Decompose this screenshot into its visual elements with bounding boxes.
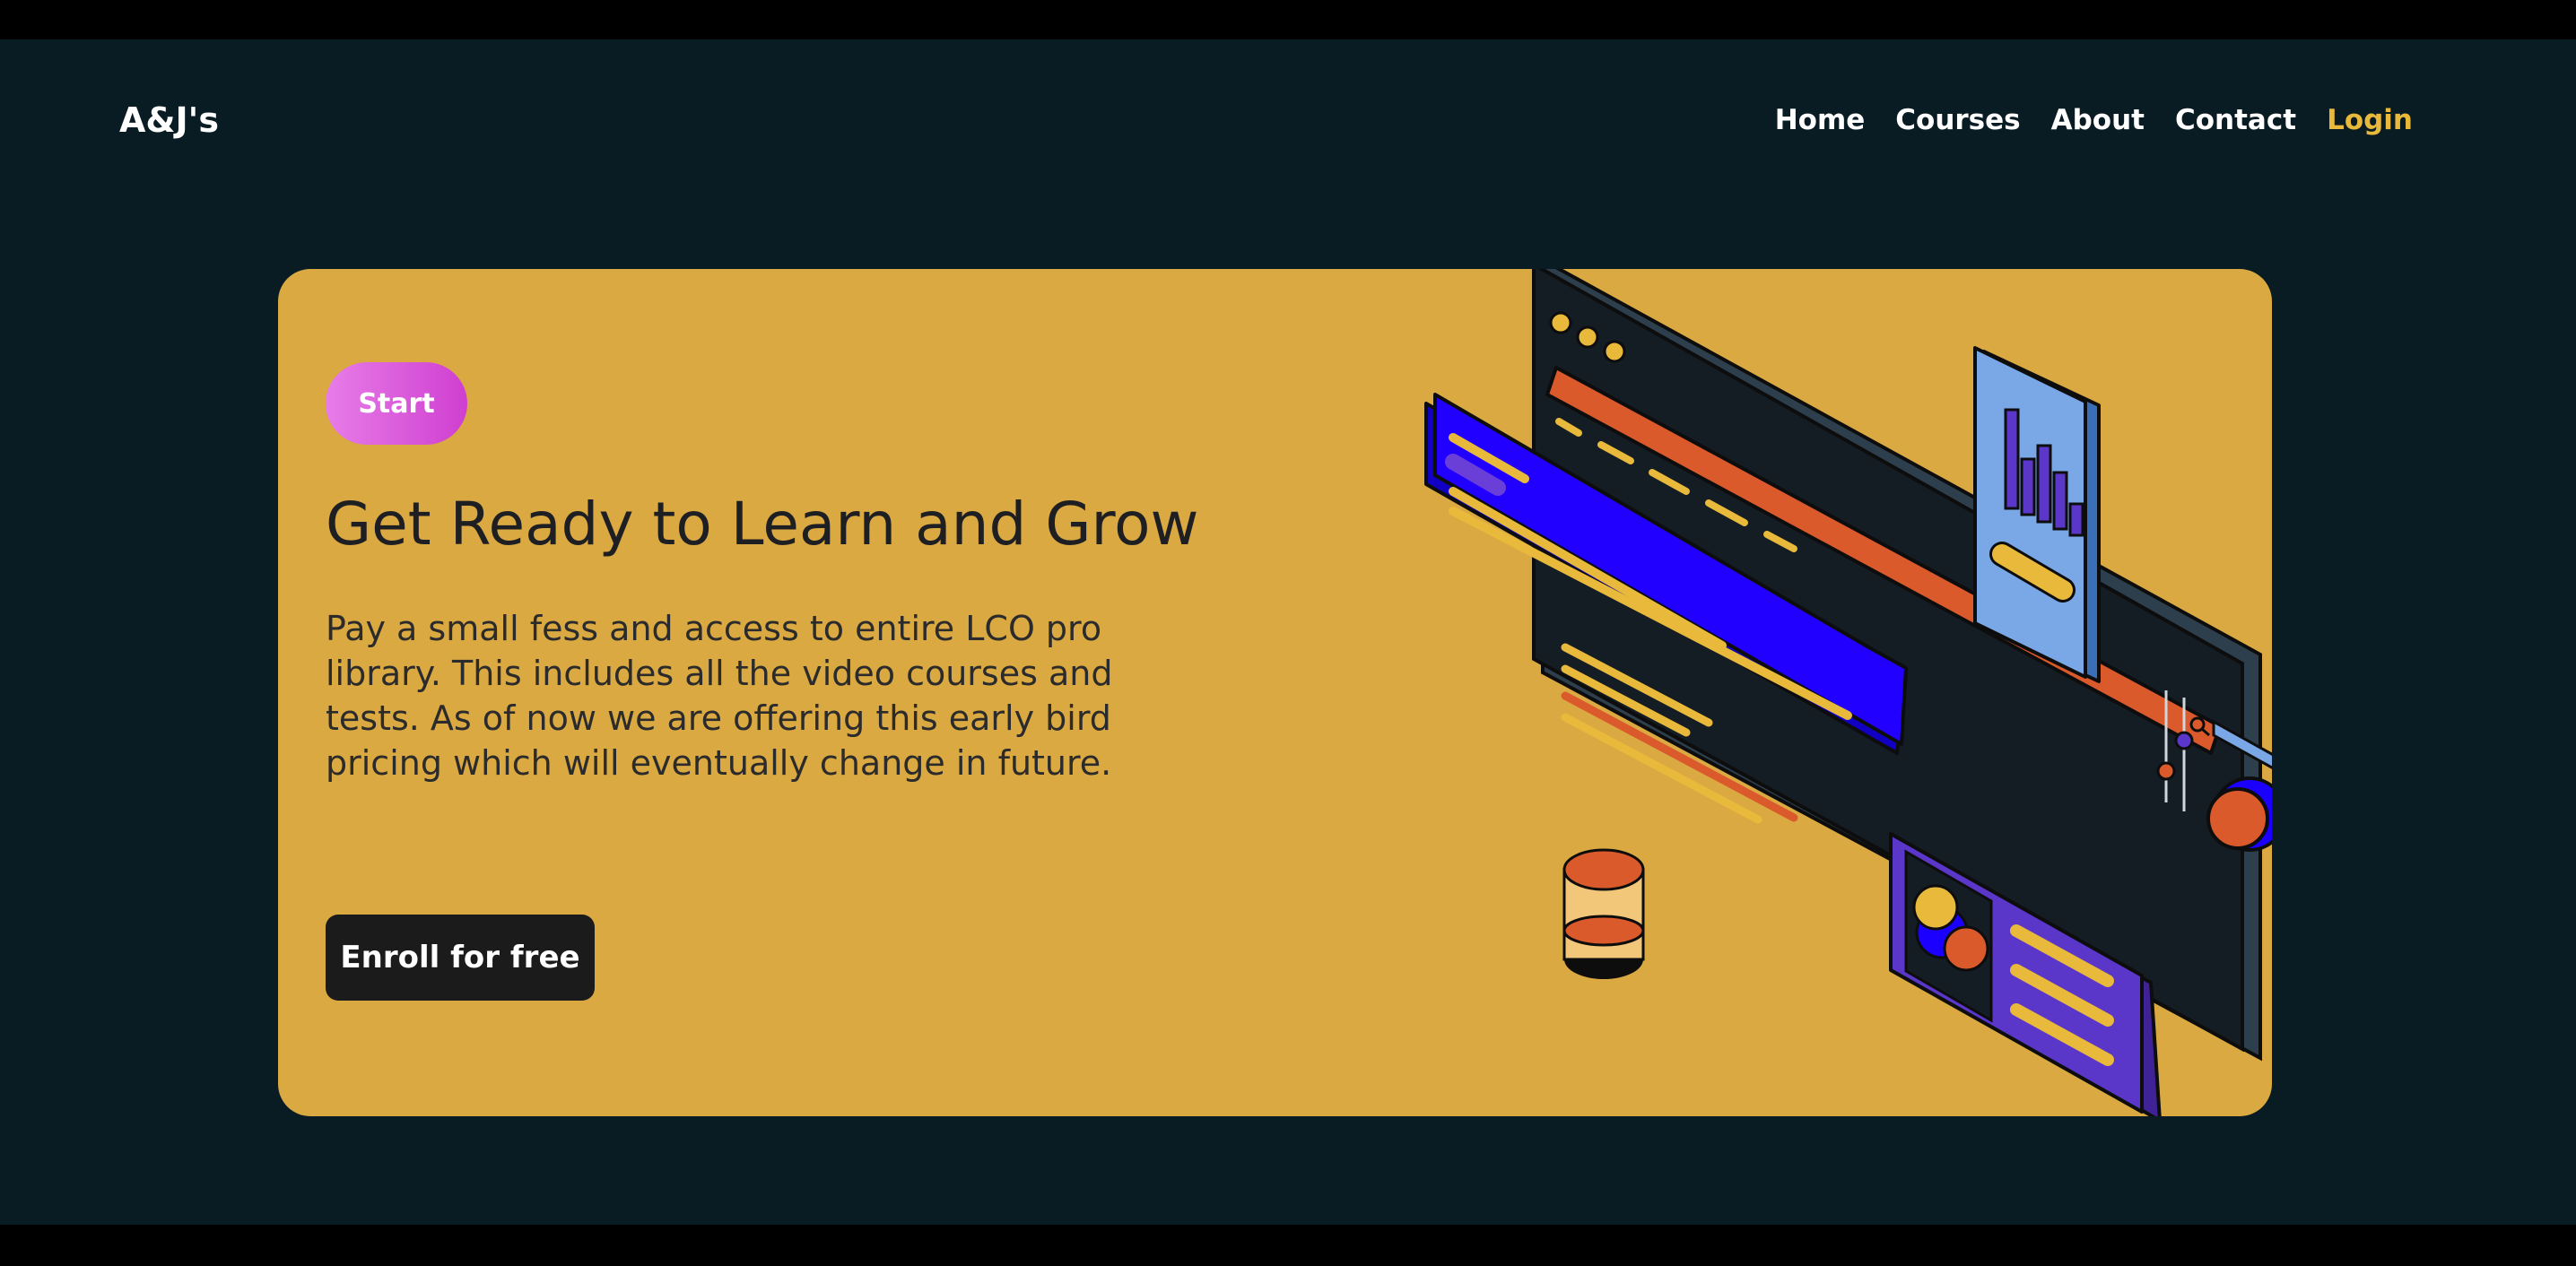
database-icon <box>1562 848 1645 979</box>
nav-link-contact[interactable]: Contact <box>2175 104 2296 136</box>
nav-link-about[interactable]: About <box>2051 104 2145 136</box>
nav-link-courses[interactable]: Courses <box>1895 104 2020 136</box>
hero-description: Pay a small fess and access to entire LC… <box>326 609 1113 783</box>
navbar: A&J's Home Courses About Contact Login <box>0 39 2576 210</box>
hero-card: Start Get Ready to Learn and Grow Pay a … <box>278 269 2272 1116</box>
brand-logo[interactable]: A&J's <box>119 100 219 140</box>
nav-links: Home Courses About Contact Login <box>1775 104 2413 136</box>
start-badge[interactable]: Start <box>326 362 467 445</box>
page: A&J's Home Courses About Contact Login S… <box>0 39 2576 1225</box>
bar-chart-icon <box>1973 346 2101 683</box>
enroll-button[interactable]: Enroll for free <box>326 915 595 1001</box>
hero-title: Get Ready to Learn and Grow <box>326 490 1199 559</box>
isometric-dashboard-illustration <box>1424 269 2272 1116</box>
nav-link-home[interactable]: Home <box>1775 104 1866 136</box>
nav-link-login[interactable]: Login <box>2327 104 2413 136</box>
